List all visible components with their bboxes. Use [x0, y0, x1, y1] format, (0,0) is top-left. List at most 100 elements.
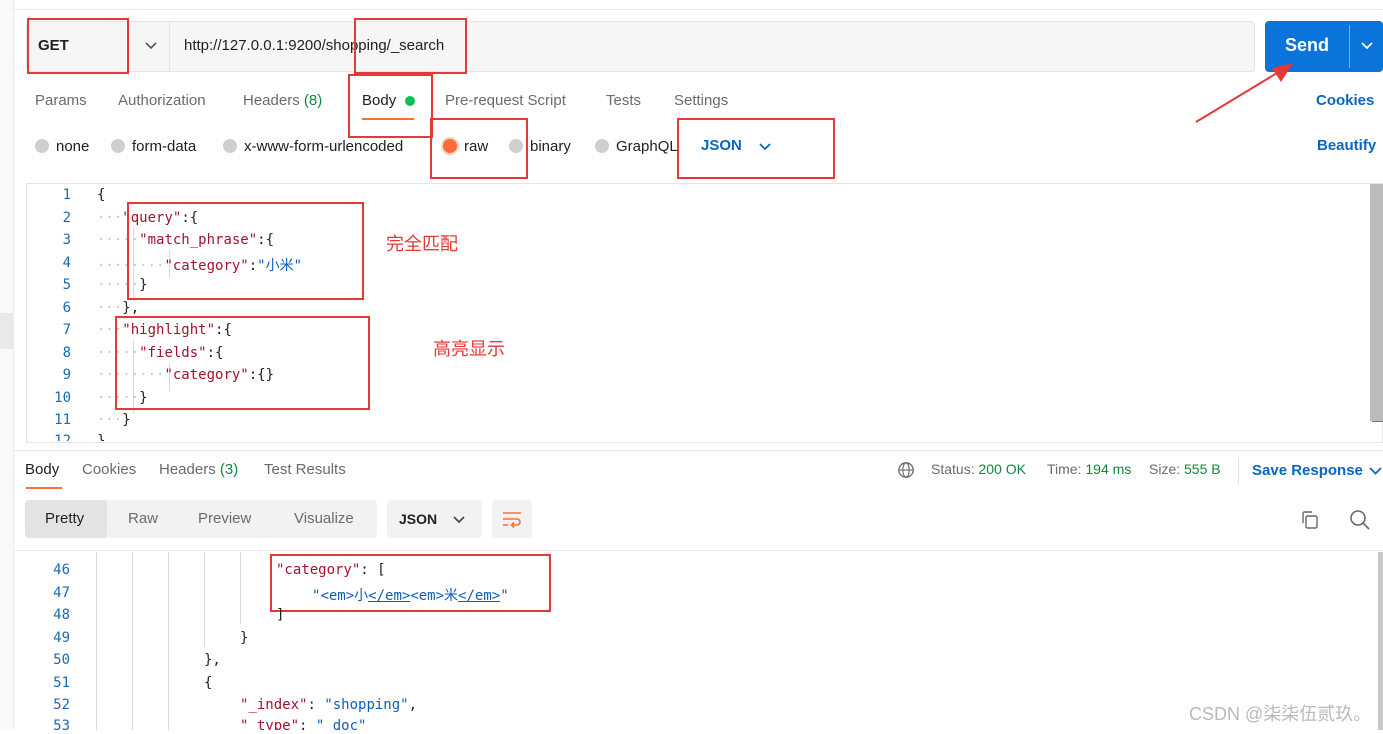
code-line: ···} — [97, 412, 131, 428]
tab-authorization[interactable]: Authorization — [118, 92, 206, 109]
highlight-json-box — [677, 118, 835, 179]
tab-params[interactable]: Params — [35, 92, 87, 109]
time-value: 194 ms — [1085, 461, 1132, 477]
top-divider — [14, 9, 1383, 10]
line-number: 8 — [62, 345, 71, 361]
size-value: 555 B — [1184, 461, 1221, 477]
watermark: CSDN @柒柒伍贰玖。 — [1189, 704, 1372, 724]
annotation-highlight: 高亮显示 — [433, 339, 505, 359]
response-status: Status: 200 OK — [931, 461, 1026, 477]
scrollbar-edge — [1372, 421, 1383, 422]
line-number: 4 — [62, 255, 71, 271]
response-format-value: JSON — [399, 511, 438, 527]
line-number: 49 — [53, 630, 70, 646]
response-code-line: "<em>小</em><em>米</em>" — [312, 588, 509, 604]
line-number: 2 — [62, 210, 71, 226]
line-number: 11 — [54, 412, 71, 428]
code-line: { — [97, 187, 106, 203]
code-line: ···}, — [97, 300, 140, 316]
highlight-method-box — [27, 18, 129, 74]
radio-none[interactable] — [35, 139, 49, 153]
indent-guide — [96, 552, 97, 730]
response-code-line: "_type": "_doc" — [240, 718, 367, 730]
line-number: 50 — [53, 652, 70, 668]
headers-count-badge: (8) — [303, 92, 323, 109]
radio-form-data-label: form-data — [132, 138, 197, 155]
line-number: 3 — [62, 232, 71, 248]
beautify-link[interactable]: Beautify — [1317, 137, 1376, 154]
response-tab-headers-label: Headers — [159, 461, 216, 478]
response-code-line: "_index": "shopping", — [240, 697, 418, 713]
response-code-line: } — [240, 630, 249, 646]
send-label: Send — [1285, 35, 1330, 55]
highlight-query-box — [127, 202, 364, 300]
radio-urlencoded[interactable] — [223, 139, 237, 153]
size-label: Size: — [1149, 461, 1181, 477]
response-divider — [14, 450, 1383, 451]
radio-form-data[interactable] — [111, 139, 125, 153]
search-icon[interactable] — [1349, 509, 1371, 531]
highlight-highlight-box — [115, 316, 370, 410]
line-number: 5 — [62, 277, 71, 293]
view-mode-preview[interactable]: Preview — [198, 510, 251, 527]
line-number: 51 — [53, 675, 70, 691]
response-tab-cookies[interactable]: Cookies — [82, 461, 136, 478]
line-number: 7 — [62, 322, 71, 338]
tab-pre-request-script[interactable]: Pre-request Script — [445, 92, 566, 109]
line-number: 10 — [54, 390, 71, 406]
indent-guide — [204, 552, 205, 647]
wrap-lines-icon — [503, 512, 521, 529]
line-number: 1 — [62, 187, 71, 203]
sidebar-marker — [0, 313, 14, 349]
globe-icon[interactable] — [897, 461, 915, 479]
response-scrollbar[interactable] — [1378, 552, 1383, 730]
tab-headers[interactable]: Headers (8) — [243, 92, 322, 109]
send-options-chevron-icon[interactable] — [1358, 36, 1376, 54]
indent-guide — [168, 552, 169, 730]
annotation-exact-match: 完全匹配 — [386, 234, 458, 254]
response-tab-test-results[interactable]: Test Results — [264, 461, 346, 478]
response-tab-underline — [26, 487, 62, 489]
status-divider — [1238, 458, 1239, 484]
response-tab-body[interactable]: Body — [25, 461, 59, 478]
line-number: 12 — [54, 433, 71, 441]
code-line: } — [97, 433, 106, 441]
tab-settings[interactable]: Settings — [674, 92, 728, 109]
left-sidebar-strip — [0, 0, 14, 730]
save-response-button[interactable]: Save Response — [1252, 462, 1363, 479]
radio-graphql-label: GraphQL — [616, 138, 678, 155]
response-headers-count: (3) — [219, 461, 239, 478]
response-code-line: }, — [204, 652, 221, 668]
line-number: 52 — [53, 697, 70, 713]
highlight-search-path-box — [354, 18, 467, 74]
line-number: 6 — [62, 300, 71, 316]
response-code-line: ] — [276, 607, 285, 623]
editor-scrollbar[interactable] — [1370, 184, 1383, 421]
status-label: Status: — [931, 461, 975, 477]
chevron-down-icon[interactable] — [451, 511, 467, 527]
line-number: 53 — [53, 718, 70, 734]
response-code-top-border — [14, 550, 1383, 551]
highlight-raw-box — [430, 118, 528, 179]
line-number: 48 — [53, 607, 70, 623]
indent-guide — [240, 552, 241, 624]
view-mode-pretty[interactable]: Pretty — [45, 510, 84, 527]
radio-binary-label: binary — [530, 138, 571, 155]
line-number: 9 — [62, 367, 71, 383]
line-number: 47 — [53, 585, 70, 601]
send-divider — [1349, 25, 1350, 68]
view-mode-visualize[interactable]: Visualize — [294, 510, 354, 527]
chevron-down-icon[interactable] — [1368, 463, 1383, 479]
chevron-down-icon[interactable] — [142, 36, 160, 54]
copy-icon[interactable] — [1300, 510, 1320, 530]
radio-none-label: none — [56, 138, 90, 155]
time-label: Time: — [1047, 461, 1082, 477]
annotation-arrow-icon — [1195, 63, 1293, 123]
response-time: Time: 194 ms — [1047, 461, 1131, 477]
view-mode-raw[interactable]: Raw — [128, 510, 158, 527]
tab-tests[interactable]: Tests — [606, 92, 641, 109]
response-tab-headers[interactable]: Headers (3) — [159, 461, 238, 478]
radio-graphql[interactable] — [595, 139, 609, 153]
status-value: 200 OK — [978, 461, 1026, 477]
cookies-link[interactable]: Cookies — [1316, 92, 1374, 109]
